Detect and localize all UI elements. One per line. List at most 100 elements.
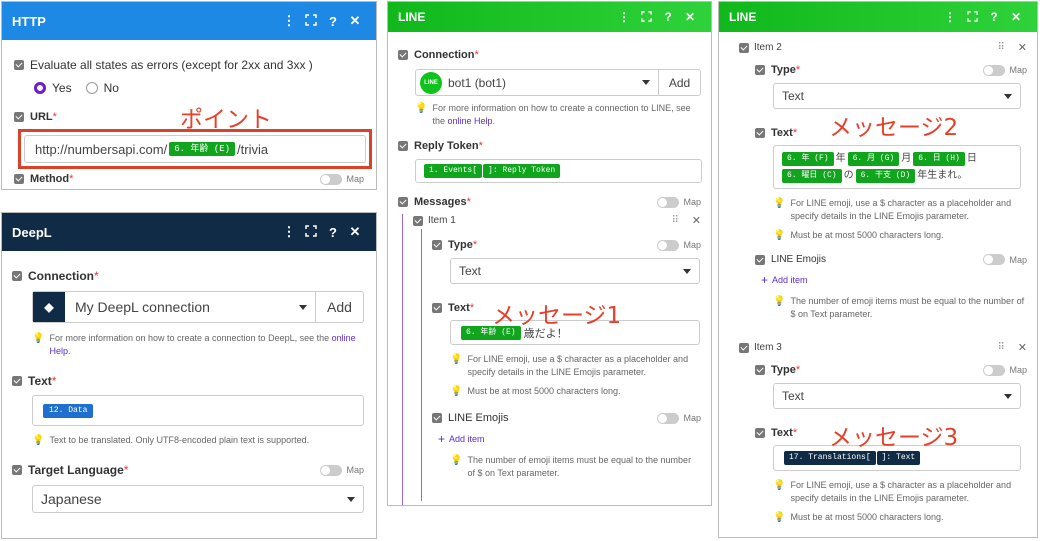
help-icon[interactable]: ? bbox=[322, 225, 344, 240]
reply-token-input[interactable]: 1. Events[ ]: Reply Token bbox=[415, 159, 702, 183]
text-label: Text* bbox=[448, 302, 475, 314]
type-checkbox[interactable] bbox=[755, 65, 765, 75]
line-panel-2: LINE ⋮ ? ✕ Item 2 ⠿ ✕ Type* Map Text Tex… bbox=[718, 1, 1038, 538]
plus-icon: + bbox=[761, 273, 769, 287]
url-checkbox[interactable] bbox=[14, 112, 24, 122]
chevron-down-icon bbox=[347, 496, 355, 502]
remove-item-icon[interactable]: ✕ bbox=[692, 214, 701, 227]
lightbulb-icon: 💡 bbox=[32, 435, 45, 446]
connection-checkbox[interactable] bbox=[398, 50, 408, 60]
type-select[interactable]: Text bbox=[450, 258, 700, 284]
yes-radio[interactable]: Yes bbox=[34, 81, 72, 95]
remove-item-icon[interactable]: ✕ bbox=[1018, 341, 1027, 354]
target-language-checkbox[interactable] bbox=[12, 465, 22, 475]
expand-icon[interactable] bbox=[635, 10, 657, 25]
translation-text-pill[interactable]: ]: Text bbox=[876, 451, 921, 465]
help-icon[interactable]: ? bbox=[657, 10, 679, 24]
type-select[interactable]: Text bbox=[773, 83, 1021, 109]
url-age-pill[interactable]: 6. 年齢 (E) bbox=[169, 142, 236, 156]
type-checkbox[interactable] bbox=[432, 240, 442, 250]
line-panel-1: LINE ⋮ ? ✕ Connection* LINE bot1 (bot1) … bbox=[387, 1, 712, 506]
method-map-toggle[interactable]: Map bbox=[320, 173, 364, 185]
max-length-help: 💡 Must be at most 5000 characters long. bbox=[450, 386, 621, 397]
evaluate-checkbox[interactable] bbox=[14, 60, 24, 70]
text-checkbox[interactable] bbox=[12, 376, 22, 386]
menu-icon[interactable]: ⋮ bbox=[939, 10, 961, 24]
drag-handle-icon[interactable]: ⠿ bbox=[997, 342, 1004, 353]
help-icon[interactable]: ? bbox=[322, 14, 344, 29]
add-item-link[interactable]: Add item bbox=[772, 275, 808, 285]
close-icon[interactable]: ✕ bbox=[344, 13, 366, 29]
events-pill[interactable]: 1. Events[ bbox=[424, 164, 483, 178]
reply-token-pill[interactable]: ]: Reply Token bbox=[483, 164, 561, 178]
chevron-down-icon bbox=[683, 268, 691, 274]
drag-handle-icon[interactable]: ⠿ bbox=[997, 42, 1004, 53]
type-select[interactable]: Text bbox=[773, 383, 1021, 409]
expand-icon[interactable] bbox=[300, 13, 322, 29]
no-radio[interactable]: No bbox=[85, 81, 119, 95]
close-icon[interactable]: ✕ bbox=[679, 10, 701, 24]
connection-add-button[interactable]: Add bbox=[316, 291, 364, 323]
remove-item-icon[interactable]: ✕ bbox=[1018, 41, 1027, 54]
text-help: 💡 Text to be translated. Only UTF8-encod… bbox=[32, 435, 310, 446]
menu-icon[interactable]: ⋮ bbox=[613, 10, 635, 24]
lightbulb-icon: 💡 bbox=[773, 512, 786, 523]
year-pill[interactable]: 6. 年 (F) bbox=[782, 151, 834, 166]
type-map-toggle[interactable]: Map bbox=[983, 64, 1027, 76]
reply-token-checkbox[interactable] bbox=[398, 141, 408, 151]
connection-select[interactable]: ◆ My DeepL connection bbox=[32, 291, 316, 323]
line-emojis-map-toggle[interactable]: Map bbox=[983, 254, 1027, 265]
type-checkbox[interactable] bbox=[755, 365, 765, 375]
type-map-toggle[interactable]: Map bbox=[983, 364, 1027, 376]
menu-icon[interactable]: ⋮ bbox=[278, 224, 300, 240]
method-checkbox[interactable] bbox=[14, 174, 24, 184]
chevron-down-icon bbox=[642, 80, 650, 85]
line-emojis-label: LINE Emojis bbox=[448, 412, 509, 424]
text-input[interactable]: 6. 年 (F) 年 6. 月 (G) 月 6. 日 (H) 日 6. 曜日 (… bbox=[773, 145, 1021, 189]
translations-pill[interactable]: 17. Translations[ bbox=[784, 451, 876, 465]
close-icon[interactable]: ✕ bbox=[344, 224, 366, 240]
annotation-message3: メッセージ3 bbox=[829, 425, 959, 451]
item3-checkbox[interactable] bbox=[739, 342, 749, 353]
connection-checkbox[interactable] bbox=[12, 271, 22, 281]
type-label: Type* bbox=[771, 364, 801, 376]
line-emojis-checkbox[interactable] bbox=[755, 254, 765, 265]
connection-select[interactable]: LINE bot1 (bot1) bbox=[415, 69, 659, 96]
type-map-toggle[interactable]: Map bbox=[657, 239, 701, 251]
line-emojis-checkbox[interactable] bbox=[432, 413, 442, 423]
menu-icon[interactable]: ⋮ bbox=[278, 13, 300, 29]
expand-icon[interactable] bbox=[961, 10, 983, 25]
target-language-select[interactable]: Japanese bbox=[32, 485, 364, 513]
messages-label: Messages* bbox=[414, 196, 471, 208]
emoji-count-help: 💡 The number of emoji items must be equal… bbox=[773, 296, 1025, 319]
text-input[interactable]: 12. Data bbox=[32, 395, 364, 426]
zodiac-pill[interactable]: 6. 干支 (D) bbox=[855, 168, 916, 183]
line-emojis-map-toggle[interactable]: Map bbox=[657, 412, 701, 424]
expand-icon[interactable] bbox=[300, 224, 322, 240]
close-icon[interactable]: ✕ bbox=[1005, 10, 1027, 24]
target-language-label: Target Language* bbox=[28, 463, 129, 477]
drag-handle-icon[interactable]: ⠿ bbox=[671, 215, 678, 226]
text-data-pill[interactable]: 12. Data bbox=[43, 403, 94, 418]
item2-checkbox[interactable] bbox=[739, 42, 749, 53]
text-checkbox[interactable] bbox=[432, 303, 442, 313]
connection-add-button[interactable]: Add bbox=[659, 69, 701, 96]
text-checkbox[interactable] bbox=[755, 428, 765, 438]
weekday-pill[interactable]: 6. 曜日 (C) bbox=[782, 168, 842, 183]
online-help-link[interactable]: online Help bbox=[447, 116, 492, 126]
target-language-value: Japanese bbox=[41, 491, 102, 507]
text-checkbox[interactable] bbox=[755, 128, 765, 138]
item1-label: Item 1 bbox=[428, 215, 456, 226]
target-language-map-toggle[interactable]: Map bbox=[320, 464, 364, 476]
lightbulb-icon: 💡 bbox=[773, 480, 786, 491]
item1-checkbox[interactable] bbox=[413, 215, 423, 226]
month-pill[interactable]: 6. 月 (G) bbox=[847, 151, 900, 166]
messages-checkbox[interactable] bbox=[398, 197, 408, 207]
messages-map-toggle[interactable]: Map bbox=[657, 196, 701, 208]
day-pill[interactable]: 6. 日 (H) bbox=[913, 151, 965, 166]
max-length-help: 💡 Must be at most 5000 characters long. bbox=[773, 512, 944, 523]
add-item-link[interactable]: Add item bbox=[449, 434, 485, 444]
help-icon[interactable]: ? bbox=[983, 10, 1005, 24]
url-input[interactable]: http://numbersapi.com/ 6. 年齢 (E) /trivia bbox=[24, 135, 366, 163]
line-title: LINE bbox=[398, 10, 426, 24]
